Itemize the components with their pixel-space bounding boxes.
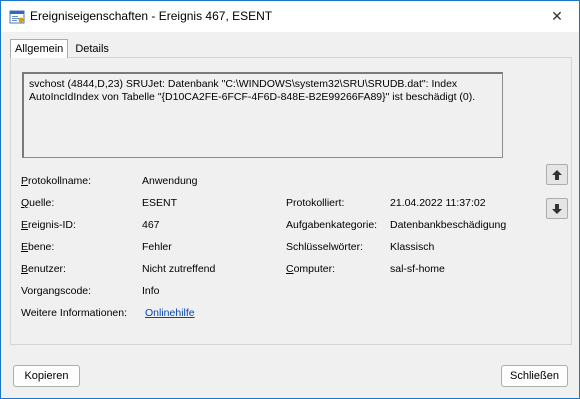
general-panel: svchost (4844,D,23) SRUJet: Datenbank "C… [10,57,572,345]
quelle-value: ESENT [142,197,178,209]
vorgangscode-value: Info [142,285,160,297]
tab-allgemein[interactable]: Allgemein [10,39,69,58]
arrow-down-icon [552,203,562,214]
title-bar[interactable]: Ereigniseigenschaften - Ereignis 467, ES… [1,1,579,32]
event-viewer-icon [9,10,25,24]
aufgabenkategorie-label: Aufgabenkategorie: [286,219,378,231]
close-button[interactable]: ✕ [535,1,579,31]
next-event-button[interactable] [546,198,568,219]
event-properties-window: Ereigniseigenschaften - Ereignis 467, ES… [0,0,580,399]
schluesselwoerter-label: Schlüsselwörter: [286,241,364,253]
protokollname-value: Anwendung [142,175,198,187]
schliessen-button[interactable]: Schließen [501,365,568,387]
ereignis-id-label: Ereignis-ID: [21,219,76,231]
protokollname-label: Protokollname: [21,175,92,187]
benutzer-label: Benutzer: [21,263,66,275]
aufgabenkategorie-value: Datenbankbeschädigung [390,219,507,231]
onlinehilfe-link[interactable]: Onlinehilfe [145,307,195,319]
protokolliert-value: 21.04.2022 11:37:02 [390,197,486,209]
tab-strip: Allgemein Details [10,39,113,58]
protokolliert-label: Protokolliert: [286,197,345,209]
ebene-label: Ebene: [21,241,55,253]
schluesselwoerter-value: Klassisch [390,241,435,253]
previous-event-button[interactable] [546,164,568,185]
computer-label: Computer: [286,263,336,275]
vorgangscode-label: Vorgangscode: [21,285,92,297]
ebene-value: Fehler [142,241,172,253]
close-icon: ✕ [551,7,563,24]
window-title: Ereigniseigenschaften - Ereignis 467, ES… [30,9,273,23]
weitere-informationen-label: Weitere Informationen: [21,307,128,319]
event-description[interactable]: svchost (4844,D,23) SRUJet: Datenbank "C… [22,72,503,158]
computer-value: sal-sf-home [390,263,445,275]
quelle-label: Quelle: [21,197,55,209]
ereignis-id-value: 467 [142,219,160,231]
arrow-up-icon [552,169,562,180]
kopieren-button[interactable]: Kopieren [13,365,80,387]
benutzer-value: Nicht zutreffend [142,263,216,275]
